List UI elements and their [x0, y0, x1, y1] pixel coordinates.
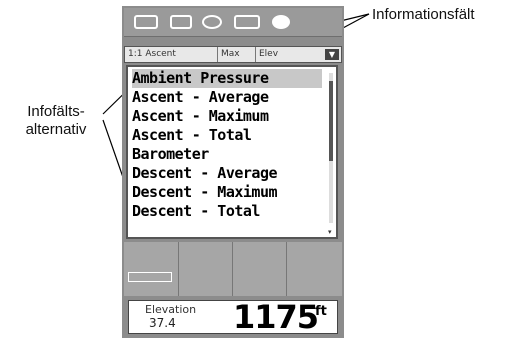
list-item-ascent-average[interactable]: Ascent - Average: [132, 88, 322, 107]
map-area: [124, 242, 342, 296]
device-screen: 1:1 Ascent Max Elev ▼ Ambient Pressure A…: [122, 6, 344, 338]
info-field-cell-1[interactable]: 1:1 Ascent: [125, 47, 218, 62]
info-field-cell-2[interactable]: Max: [217, 47, 257, 62]
list-item-descent-maximum[interactable]: Descent - Maximum: [132, 183, 322, 202]
list-item-ascent-maximum[interactable]: Ascent - Maximum: [132, 107, 322, 126]
satellite-icon: [170, 15, 192, 29]
list-item-barometer[interactable]: Barometer: [132, 145, 322, 164]
chevron-down-icon[interactable]: ▼: [325, 49, 339, 60]
elevation-data-field[interactable]: Elevation 37.4 1175 ft: [128, 298, 338, 336]
status-bar: [124, 8, 342, 37]
elevation-unit: ft: [315, 304, 327, 319]
map-divider: [286, 242, 287, 296]
list-item-ambient-pressure[interactable]: Ambient Pressure: [132, 69, 322, 88]
callout-info-options-label: Infofälts- alternativ: [25, 103, 87, 138]
info-options-list[interactable]: Ambient Pressure Ascent - Average Ascent…: [126, 65, 338, 239]
info-field-cell-3[interactable]: Elev: [255, 47, 315, 62]
list-item-descent-total[interactable]: Descent - Total: [132, 202, 322, 221]
battery-icon: [134, 15, 158, 29]
map-scale-bar: [128, 272, 172, 282]
map-divider: [232, 242, 233, 296]
gps-status-icon: [272, 15, 290, 29]
scrollbar-thumb[interactable]: [329, 81, 333, 161]
elevation-label: Elevation: [145, 303, 197, 316]
list-item-ascent-total[interactable]: Ascent - Total: [132, 126, 322, 145]
backlight-icon: [234, 15, 260, 29]
scroll-down-icon[interactable]: ▾: [328, 229, 334, 236]
callout-info-field-label: Informationsfält: [372, 6, 475, 23]
info-field-row[interactable]: 1:1 Ascent Max Elev ▼: [124, 46, 342, 63]
list-item-descent-average[interactable]: Descent - Average: [132, 164, 322, 183]
elevation-secondary-value: 37.4: [149, 316, 176, 330]
map-divider: [178, 242, 179, 296]
elevation-value: 1175: [233, 298, 319, 336]
signal-icon: [202, 15, 222, 29]
